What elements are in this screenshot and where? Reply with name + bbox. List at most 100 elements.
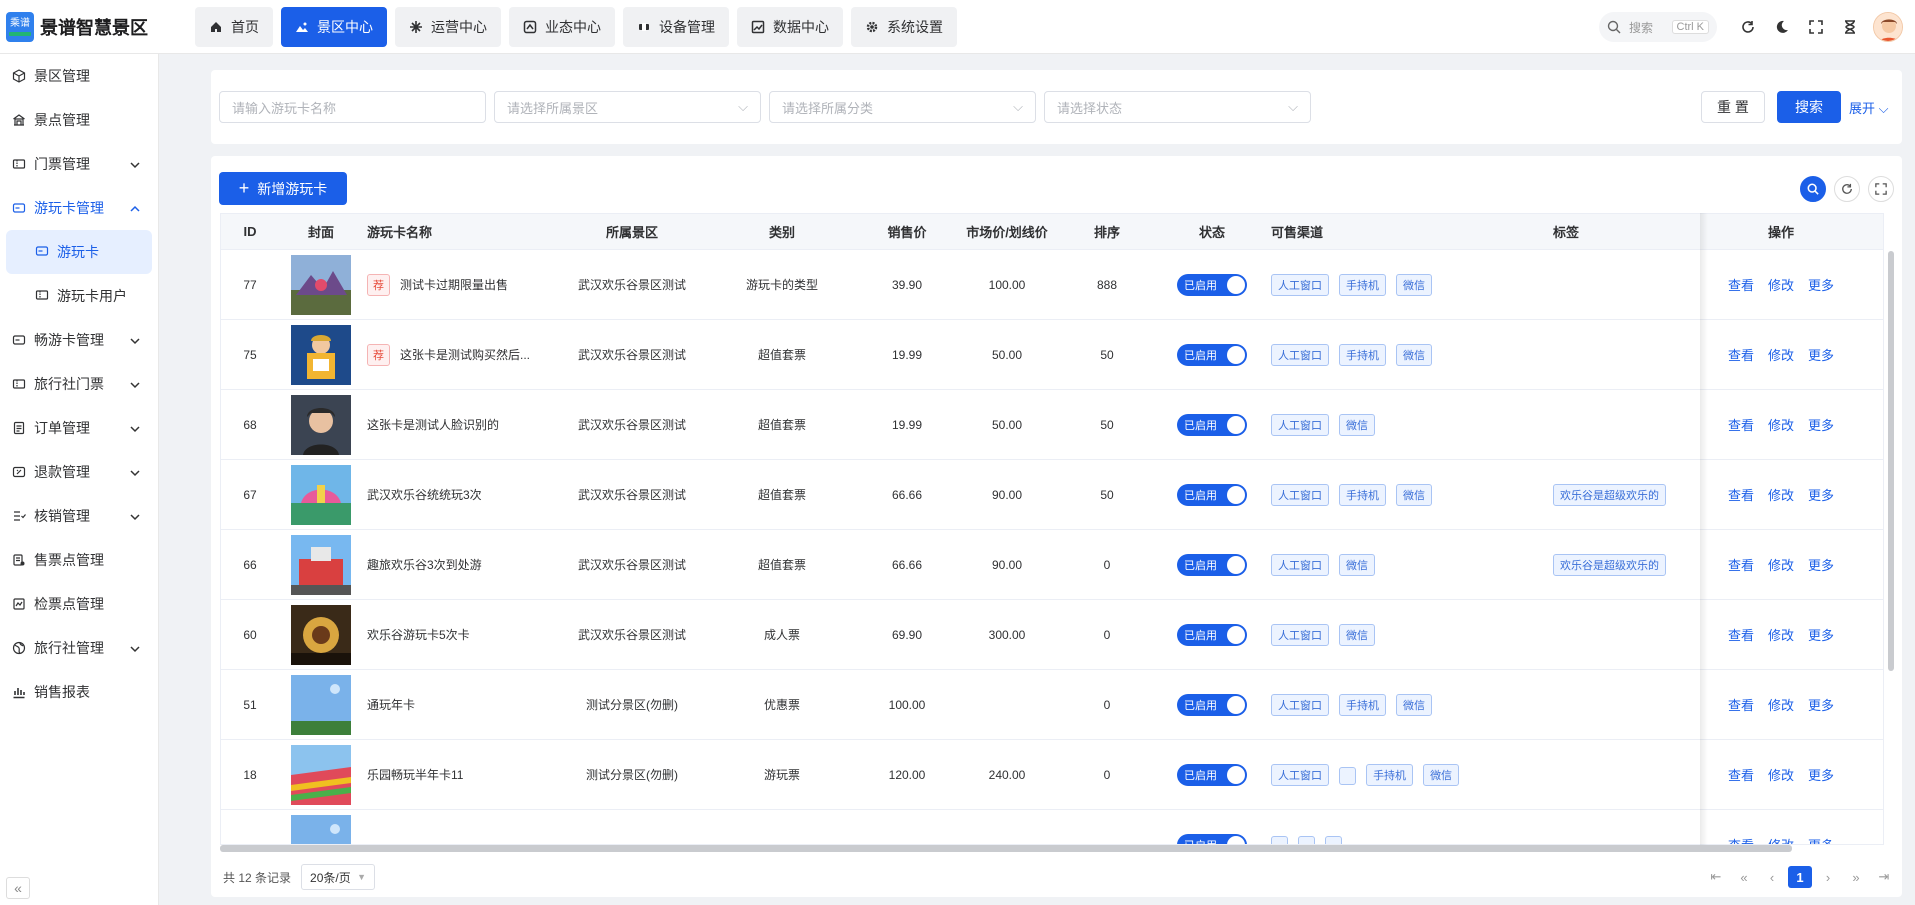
card-name-input[interactable]: 请输入游玩卡名称 <box>219 91 486 123</box>
edit-link[interactable]: 修改 <box>1768 768 1794 783</box>
table-fullscreen-icon[interactable] <box>1868 176 1894 202</box>
page-number[interactable]: 1 <box>1788 866 1812 888</box>
table-refresh-icon[interactable] <box>1834 176 1860 202</box>
user-avatar[interactable] <box>1873 12 1903 42</box>
status-switch[interactable]: 已启用 <box>1177 833 1247 844</box>
horizontal-scrollbar[interactable] <box>220 845 1792 852</box>
tab-chart[interactable]: 数据中心 <box>737 6 843 47</box>
more-link[interactable]: 更多 <box>1808 348 1834 363</box>
tab-operation[interactable]: 运营中心 <box>395 6 501 47</box>
sidebar-item-9[interactable]: 售票点管理 <box>0 538 158 582</box>
edit-link[interactable]: 修改 <box>1768 628 1794 643</box>
last-page-icon[interactable]: ⇥ <box>1872 866 1896 888</box>
tab-landscape[interactable]: 景区中心 <box>281 6 387 47</box>
status-switch[interactable]: 已启用 <box>1177 483 1247 506</box>
more-link[interactable]: 更多 <box>1808 418 1834 433</box>
search-toggle-icon[interactable] <box>1800 176 1826 202</box>
category-select[interactable]: 请选择所属分类 ⌵ <box>769 91 1036 123</box>
status-switch[interactable]: 已启用 <box>1177 623 1247 646</box>
sidebar-item-10[interactable]: 检票点管理 <box>0 582 158 626</box>
edit-link[interactable]: 修改 <box>1768 418 1794 433</box>
sidebar-item-7[interactable]: 退款管理 <box>0 450 158 494</box>
sidebar-subitem-0[interactable]: 游玩卡 <box>6 230 152 274</box>
cover-image[interactable] <box>291 674 351 735</box>
next-group-icon[interactable]: » <box>1844 866 1868 888</box>
tab-device[interactable]: 设备管理 <box>623 6 729 47</box>
status-switch[interactable]: 已启用 <box>1177 553 1247 576</box>
edit-link[interactable]: 修改 <box>1768 488 1794 503</box>
edit-link[interactable]: 修改 <box>1768 838 1794 844</box>
expand-filter-link[interactable]: 展开 ⌵ <box>1849 98 1889 117</box>
edit-link[interactable]: 修改 <box>1768 348 1794 363</box>
sidebar-item-6[interactable]: 订单管理 <box>0 406 158 450</box>
more-link[interactable]: 更多 <box>1808 558 1834 573</box>
logo[interactable]: 乘谱 景谱智慧景区 <box>0 11 195 42</box>
status-select[interactable]: 请选择状态 ⌵ <box>1044 91 1311 123</box>
next-page-icon[interactable]: › <box>1816 866 1840 888</box>
edit-link[interactable]: 修改 <box>1768 278 1794 293</box>
edit-link[interactable]: 修改 <box>1768 698 1794 713</box>
status-switch[interactable]: 已启用 <box>1177 693 1247 716</box>
cover-image[interactable] <box>291 254 351 315</box>
status-switch[interactable]: 已启用 <box>1177 343 1247 366</box>
sidebar-item-8[interactable]: 核销管理 <box>0 494 158 538</box>
view-link[interactable]: 查看 <box>1728 698 1754 713</box>
view-link[interactable]: 查看 <box>1728 558 1754 573</box>
cover-image[interactable] <box>291 604 351 665</box>
global-search[interactable]: 搜索 Ctrl K <box>1599 12 1717 42</box>
collapse-sidebar-icon[interactable]: « <box>6 877 30 899</box>
vertical-scrollbar[interactable] <box>1888 251 1894 671</box>
view-link[interactable]: 查看 <box>1728 348 1754 363</box>
sidebar-item-0[interactable]: 景区管理 <box>0 54 158 98</box>
sidebar-item-11[interactable]: 旅行社管理 <box>0 626 158 670</box>
more-link[interactable]: 更多 <box>1808 488 1834 503</box>
recommend-badge: 荐 <box>367 273 390 296</box>
fullscreen-icon[interactable] <box>1799 10 1833 44</box>
sidebar-item-5[interactable]: 旅行社门票 <box>0 362 158 406</box>
view-link[interactable]: 查看 <box>1728 278 1754 293</box>
tab-home[interactable]: 首页 <box>195 6 273 47</box>
sidebar-item-1[interactable]: 景点管理 <box>0 98 158 142</box>
sidebar-item-2[interactable]: 门票管理 <box>0 142 158 186</box>
view-link[interactable]: 查看 <box>1728 838 1754 844</box>
more-link[interactable]: 更多 <box>1808 838 1834 844</box>
page-size-select[interactable]: 20条/页 ▼ <box>301 864 376 890</box>
first-page-icon[interactable]: ⇤ <box>1704 866 1728 888</box>
cover-image[interactable] <box>291 394 351 455</box>
cover-image[interactable] <box>291 464 351 525</box>
view-link[interactable]: 查看 <box>1728 418 1754 433</box>
dark-mode-icon[interactable] <box>1765 10 1799 44</box>
sidebar-subitem-1[interactable]: 游玩卡用户 <box>0 274 158 318</box>
sidebar-item-4[interactable]: 畅游卡管理 <box>0 318 158 362</box>
view-link[interactable]: 查看 <box>1728 768 1754 783</box>
status-switch-label: 已启用 <box>1184 489 1217 502</box>
sidebar-item-12[interactable]: 销售报表 <box>0 670 158 714</box>
more-link[interactable]: 更多 <box>1808 768 1834 783</box>
tab-gear[interactable]: 系统设置 <box>851 6 957 47</box>
cover-image[interactable] <box>291 534 351 595</box>
tab-business[interactable]: 业态中心 <box>509 6 615 47</box>
more-link[interactable]: 更多 <box>1808 698 1834 713</box>
prev-page-icon[interactable]: ‹ <box>1760 866 1784 888</box>
cover-image[interactable] <box>291 324 351 385</box>
prev-group-icon[interactable]: « <box>1732 866 1756 888</box>
area-select[interactable]: 请选择所属景区 ⌵ <box>494 91 761 123</box>
status-cell: 已启用 <box>1157 553 1267 576</box>
more-link[interactable]: 更多 <box>1808 278 1834 293</box>
refresh-icon[interactable] <box>1731 10 1765 44</box>
cover-image[interactable] <box>291 744 351 805</box>
sidebar-item-3[interactable]: 游玩卡管理 <box>0 186 158 230</box>
status-switch[interactable]: 已启用 <box>1177 413 1247 436</box>
chevron-down-icon: ⌵ <box>738 99 748 114</box>
reset-button[interactable]: 重 置 <box>1701 91 1765 123</box>
status-switch[interactable]: 已启用 <box>1177 273 1247 296</box>
edit-link[interactable]: 修改 <box>1768 558 1794 573</box>
view-link[interactable]: 查看 <box>1728 488 1754 503</box>
cover-image[interactable] <box>291 814 351 844</box>
status-switch[interactable]: 已启用 <box>1177 763 1247 786</box>
add-card-button[interactable]: + 新增游玩卡 <box>219 172 347 205</box>
search-button[interactable]: 搜索 <box>1777 91 1841 123</box>
more-link[interactable]: 更多 <box>1808 628 1834 643</box>
hourglass-icon[interactable] <box>1833 10 1867 44</box>
view-link[interactable]: 查看 <box>1728 628 1754 643</box>
